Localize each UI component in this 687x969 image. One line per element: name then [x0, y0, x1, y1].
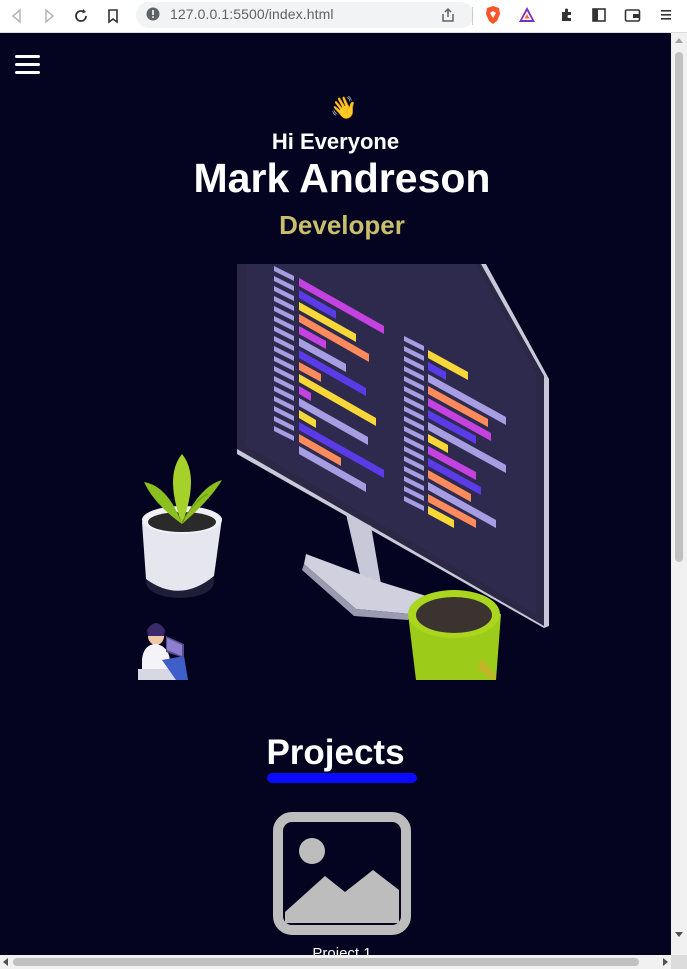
back-icon — [11, 8, 21, 24]
brave-shield-icon[interactable] — [484, 5, 502, 25]
bookmark-icon — [108, 9, 118, 24]
scroll-left-arrow-icon[interactable] — [3, 958, 8, 966]
scroll-right-arrow-icon[interactable] — [663, 958, 668, 966]
url-text[interactable]: 127.0.0.1:5500/index.html — [170, 6, 334, 22]
info-icon[interactable] — [146, 7, 160, 21]
developer-illustration — [138, 264, 549, 680]
hamburger-line — [15, 63, 40, 66]
wallet-icon[interactable] — [624, 7, 641, 23]
wave-emoji: 👋 — [330, 95, 358, 120]
horizontal-scrollbar[interactable] — [0, 955, 671, 969]
scroll-up-arrow-icon[interactable] — [675, 38, 683, 43]
brave-rewards-icon[interactable] — [518, 6, 536, 23]
horizontal-scroll-thumb[interactable] — [13, 958, 639, 966]
page-viewport: 👋 Hi Everyone Mark Andreson Developer Pr… — [0, 33, 671, 955]
role-text: Developer — [279, 210, 405, 240]
reload-icon — [75, 9, 87, 22]
toolbar-divider — [472, 7, 473, 25]
scrollbar-corner — [671, 955, 687, 969]
back-button[interactable] — [6, 5, 28, 27]
greeting-text: Hi Everyone — [271, 129, 400, 154]
browser-toolbar: 127.0.0.1:5500/index.html — [0, 0, 687, 33]
project-title[interactable]: Project 1 — [0, 945, 671, 955]
projects-heading-underline — [267, 773, 417, 783]
scroll-down-arrow-icon[interactable] — [675, 932, 683, 937]
hamburger-menu-button[interactable] — [15, 55, 40, 75]
vertical-scrollbar[interactable] — [671, 33, 687, 955]
bookmark-button[interactable] — [102, 5, 124, 27]
projects-heading: Projects — [266, 733, 405, 772]
image-placeholder-icon[interactable] — [273, 812, 411, 935]
developer-name: Mark Andreson — [193, 155, 491, 201]
person-figure — [138, 623, 188, 680]
hamburger-line — [15, 55, 40, 58]
sidebar-icon[interactable] — [591, 7, 607, 23]
forward-icon — [45, 8, 55, 24]
share-icon[interactable] — [440, 7, 456, 23]
hamburger-line — [15, 71, 40, 74]
vertical-scroll-thumb[interactable] — [675, 52, 683, 562]
extensions-icon[interactable] — [559, 7, 575, 23]
reload-button[interactable] — [70, 5, 92, 27]
menu-icon[interactable] — [659, 8, 673, 22]
forward-button[interactable] — [38, 5, 60, 27]
